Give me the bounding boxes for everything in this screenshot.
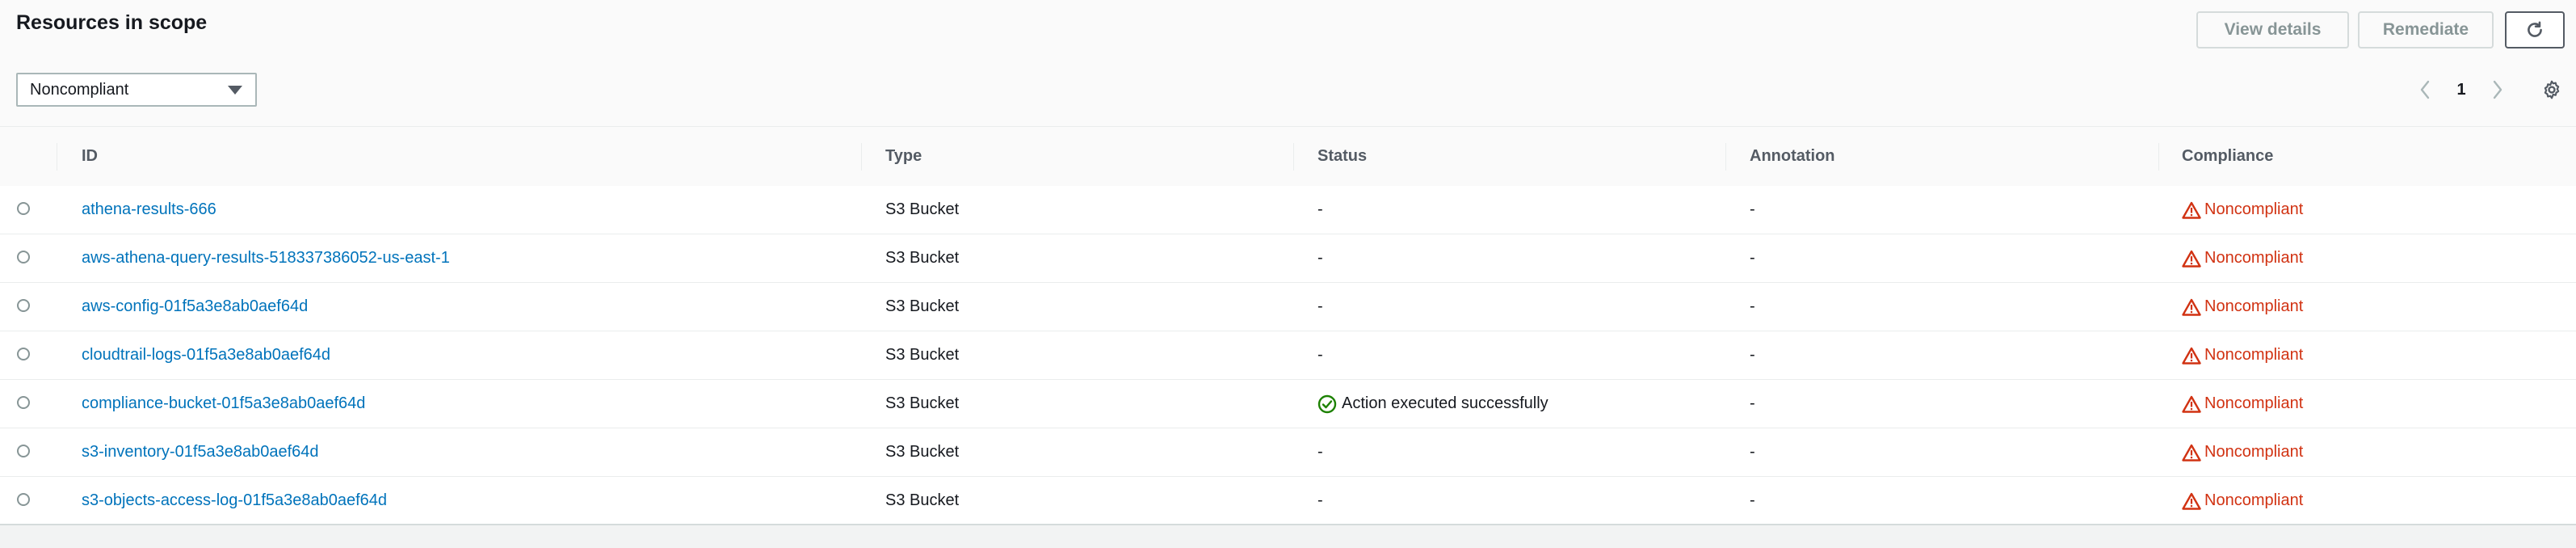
- table-settings-button[interactable]: [2538, 77, 2565, 103]
- annotation-cell: -: [1750, 491, 1755, 509]
- warning-icon: [2182, 395, 2201, 413]
- filter-selected-value: Noncompliant: [30, 80, 129, 99]
- compliance-cell: Noncompliant: [2182, 234, 2303, 282]
- chevron-right-icon: [2493, 80, 2502, 99]
- annotation-cell: -: [1750, 200, 1755, 218]
- page-number[interactable]: 1: [2448, 77, 2475, 103]
- annotation-cell: -: [1750, 443, 1755, 461]
- refresh-button[interactable]: [2505, 11, 2565, 48]
- warning-icon: [2182, 347, 2201, 365]
- caret-down-icon: [228, 86, 242, 95]
- table-row[interactable]: compliance-bucket-01f5a3e8ab0aef64d S3 Bu…: [0, 380, 2576, 428]
- resource-id-link[interactable]: s3-objects-access-log-01f5a3e8ab0aef64d: [82, 477, 387, 525]
- compliance-cell: Noncompliant: [2182, 186, 2303, 234]
- row-select-radio[interactable]: [17, 396, 30, 409]
- compliance-status: Noncompliant: [2204, 443, 2304, 461]
- resource-type: S3 Bucket: [885, 443, 960, 461]
- resource-type: S3 Bucket: [885, 200, 960, 218]
- refresh-icon: [2528, 21, 2542, 37]
- resource-id-link[interactable]: cloudtrail-logs-01f5a3e8ab0aef64d: [82, 331, 330, 379]
- column-divider: [861, 143, 862, 171]
- column-header-id[interactable]: ID: [82, 127, 98, 186]
- compliance-filter-select[interactable]: Noncompliant: [16, 73, 257, 107]
- compliance-cell: Noncompliant: [2182, 428, 2303, 476]
- compliance-cell: Noncompliant: [2182, 331, 2303, 379]
- resource-id-link[interactable]: athena-results-666: [82, 186, 216, 234]
- resource-type: S3 Bucket: [885, 297, 960, 315]
- status-text: -: [1317, 297, 1323, 315]
- annotation-cell: -: [1750, 297, 1755, 315]
- table-row[interactable]: s3-objects-access-log-01f5a3e8ab0aef64d S…: [0, 477, 2576, 525]
- resource-id-link[interactable]: aws-athena-query-results-518337386052-us…: [82, 234, 450, 282]
- previous-page-button[interactable]: [2415, 77, 2435, 103]
- column-header-type[interactable]: Type: [885, 127, 922, 186]
- status-text: -: [1317, 491, 1323, 509]
- chevron-left-icon: [2420, 80, 2430, 99]
- table-footer: [0, 524, 2576, 548]
- warning-icon: [2182, 298, 2201, 316]
- status-cell: -: [1317, 186, 1323, 234]
- annotation-cell: -: [1750, 346, 1755, 364]
- status-text: -: [1317, 249, 1323, 267]
- compliance-status: Noncompliant: [2204, 200, 2304, 218]
- column-divider: [1725, 143, 1726, 171]
- row-select-radio[interactable]: [17, 348, 30, 360]
- status-text: -: [1317, 346, 1323, 364]
- table-header: ID Type Status Annotation Compliance: [0, 126, 2576, 187]
- resource-id-link[interactable]: compliance-bucket-01f5a3e8ab0aef64d: [82, 380, 365, 428]
- status-text: -: [1317, 200, 1323, 218]
- annotation-cell: -: [1750, 249, 1755, 267]
- compliance-cell: Noncompliant: [2182, 477, 2303, 525]
- resource-type: S3 Bucket: [885, 394, 960, 412]
- row-select-radio[interactable]: [17, 445, 30, 457]
- status-cell: -: [1317, 428, 1323, 476]
- status-cell: -: [1317, 283, 1323, 331]
- annotation-cell: -: [1750, 394, 1755, 412]
- compliance-status: Noncompliant: [2204, 491, 2304, 509]
- compliance-status: Noncompliant: [2204, 249, 2304, 267]
- view-details-button[interactable]: View details: [2196, 11, 2349, 48]
- remediate-button[interactable]: Remediate: [2358, 11, 2494, 48]
- warning-icon: [2182, 492, 2201, 510]
- column-divider: [2158, 143, 2159, 171]
- table-row[interactable]: aws-config-01f5a3e8ab0aef64d S3 Bucket - - N…: [0, 283, 2576, 331]
- column-header-status[interactable]: Status: [1317, 127, 1367, 186]
- compliance-status: Noncompliant: [2204, 394, 2304, 412]
- compliance-status: Noncompliant: [2204, 346, 2304, 364]
- resource-type: S3 Bucket: [885, 491, 960, 509]
- compliance-cell: Noncompliant: [2182, 380, 2303, 428]
- table-row[interactable]: athena-results-666 S3 Bucket - - Noncomplian…: [0, 186, 2576, 234]
- table-row[interactable]: aws-athena-query-results-518337386052-us…: [0, 234, 2576, 283]
- column-header-compliance[interactable]: Compliance: [2182, 127, 2273, 186]
- resource-id-link[interactable]: aws-config-01f5a3e8ab0aef64d: [82, 283, 308, 331]
- row-select-radio[interactable]: [17, 251, 30, 263]
- table-row[interactable]: cloudtrail-logs-01f5a3e8ab0aef64d S3 Buck…: [0, 331, 2576, 380]
- warning-icon: [2182, 250, 2201, 268]
- check-circle-icon: [1317, 394, 1337, 413]
- column-divider: [1293, 143, 1294, 171]
- resources-table: ID Type Status Annotation Compliance ath…: [0, 126, 2576, 546]
- gear-icon: [2544, 80, 2560, 99]
- resource-type: S3 Bucket: [885, 249, 960, 267]
- compliance-status: Noncompliant: [2204, 297, 2304, 315]
- warning-icon: [2182, 201, 2201, 219]
- warning-icon: [2182, 444, 2201, 462]
- row-select-radio[interactable]: [17, 299, 30, 312]
- row-select-radio[interactable]: [17, 202, 30, 215]
- compliance-cell: Noncompliant: [2182, 283, 2303, 331]
- status-text: -: [1317, 443, 1323, 461]
- table-row[interactable]: s3-inventory-01f5a3e8ab0aef64d S3 Bucket -…: [0, 428, 2576, 477]
- status-cell: -: [1317, 331, 1323, 379]
- next-page-button[interactable]: [2488, 77, 2507, 103]
- resource-type: S3 Bucket: [885, 346, 960, 364]
- status-cell: -: [1317, 234, 1323, 282]
- row-select-radio[interactable]: [17, 493, 30, 506]
- status-text: Action executed successfully: [1342, 394, 1549, 412]
- status-cell: -: [1317, 477, 1323, 525]
- column-header-annotation[interactable]: Annotation: [1750, 127, 1835, 186]
- page-title: Resources in scope: [16, 11, 208, 34]
- status-cell: Action executed successfully: [1317, 380, 1549, 428]
- resource-id-link[interactable]: s3-inventory-01f5a3e8ab0aef64d: [82, 428, 319, 476]
